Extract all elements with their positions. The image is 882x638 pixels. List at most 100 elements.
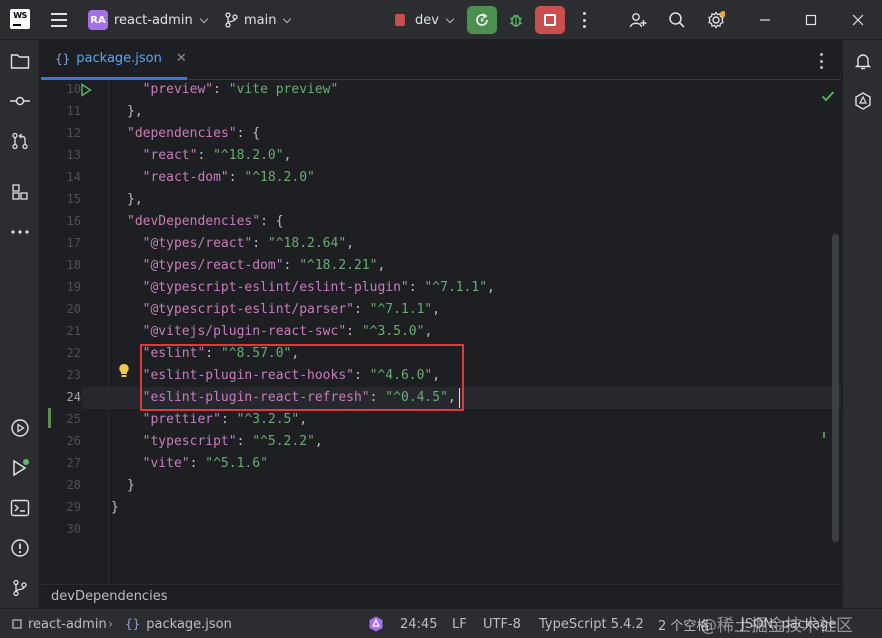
project-folder-icon[interactable]	[9, 50, 31, 72]
line-separator[interactable]: LF	[452, 609, 467, 638]
project-badge[interactable]: RA	[88, 10, 108, 30]
code-line[interactable]: },	[127, 101, 143, 123]
status-file[interactable]: {} package.json	[125, 609, 232, 638]
text-caret	[459, 388, 460, 408]
code-line[interactable]: "@typescript-eslint/eslint-plugin": "^7.…	[127, 277, 495, 299]
hamburger-menu-icon[interactable]	[48, 0, 70, 40]
json-string: "^4.6.0"	[369, 368, 433, 383]
json-punctuation	[127, 280, 143, 295]
tab-more-icon[interactable]	[813, 53, 829, 69]
debug-icon	[509, 14, 523, 27]
more-icon[interactable]	[576, 12, 592, 28]
json-string: "^8.57.0"	[220, 346, 292, 361]
line-number: 22	[66, 346, 81, 360]
structure-icon[interactable]	[9, 181, 31, 203]
tab-label: package.json	[76, 51, 162, 66]
maximize-icon[interactable]	[788, 0, 834, 40]
run-config-selector[interactable]: dev	[415, 0, 455, 40]
line-number: 16	[66, 214, 81, 228]
git-icon[interactable]	[9, 577, 31, 599]
code-line[interactable]: "@vitejs/plugin-react-swc": "^3.5.0",	[127, 321, 433, 343]
run-script-gutter-icon[interactable]	[79, 82, 93, 98]
json-key: "@typescript-eslint/parser"	[142, 302, 354, 317]
json-string: "^3.5.0"	[361, 324, 425, 339]
json-file-icon: {}	[55, 51, 71, 66]
json-punctuation: :	[252, 236, 268, 251]
problems-icon[interactable]	[9, 537, 31, 559]
code-line[interactable]: "@typescript-eslint/parser": "^7.1.1",	[127, 299, 440, 321]
code-line[interactable]: "react-dom": "^18.2.0"	[127, 167, 315, 189]
editor-tab-strip: {} package.json ✕	[41, 40, 841, 80]
code-line[interactable]: "typescript": "^5.2.2",	[127, 431, 323, 453]
json-punctuation: :	[369, 390, 386, 405]
minimize-icon[interactable]	[742, 0, 788, 40]
json-punctuation	[127, 390, 143, 405]
stop-button[interactable]	[535, 6, 565, 34]
code-line[interactable]: }	[127, 475, 135, 497]
json-key: "preview"	[142, 82, 214, 97]
fold-guide	[108, 80, 109, 584]
json-punctuation: },	[127, 104, 143, 119]
no-problems-check-icon[interactable]	[820, 88, 836, 104]
json-key: "react-dom"	[142, 170, 229, 185]
code-line[interactable]: }	[111, 497, 119, 519]
webstorm-logo[interactable]: WS	[10, 9, 30, 29]
project-switcher[interactable]: react-admin	[114, 0, 208, 40]
code-line[interactable]: "eslint-plugin-react-refresh": "^0.4.5",	[127, 387, 456, 409]
vertical-scrollbar[interactable]	[832, 234, 839, 542]
code-line[interactable]: "preview": "vite preview"	[127, 79, 339, 101]
code-line[interactable]: "@types/react-dom": "^18.2.21",	[127, 255, 386, 277]
json-key: "devDependencies"	[127, 214, 261, 229]
code-line[interactable]: "vite": "^5.1.6"	[127, 453, 268, 475]
services-icon[interactable]	[9, 417, 31, 439]
json-punctuation: :	[346, 324, 362, 339]
branch-switcher[interactable]: main	[244, 0, 292, 40]
code-line[interactable]: "eslint-plugin-react-hooks": "^4.6.0",	[127, 365, 440, 387]
terminal-icon[interactable]	[9, 497, 31, 519]
code-line[interactable]: },	[127, 189, 143, 211]
close-icon[interactable]	[835, 0, 881, 40]
line-number: 12	[66, 126, 81, 140]
json-punctuation: :	[205, 346, 221, 361]
breadcrumb-item[interactable]: devDependencies	[51, 589, 167, 604]
code-line[interactable]: "@types/react": "^18.2.64",	[127, 233, 354, 255]
line-number: 30	[66, 522, 81, 536]
json-punctuation: ,	[291, 346, 300, 361]
debug-button[interactable]	[502, 6, 530, 34]
ai-assistant-status-icon[interactable]	[367, 609, 385, 638]
more-tools-icon[interactable]	[9, 221, 31, 243]
chevron-down-icon	[445, 14, 455, 23]
json-punctuation	[127, 302, 143, 317]
code-line[interactable]: "devDependencies": {	[127, 211, 284, 233]
settings-icon[interactable]	[705, 9, 727, 31]
rerun-button[interactable]	[467, 6, 497, 34]
line-number: 11	[66, 104, 81, 118]
notifications-icon[interactable]	[852, 50, 874, 72]
status-project[interactable]: react-admin	[12, 609, 107, 638]
json-key: "eslint"	[142, 346, 206, 361]
file-encoding[interactable]: UTF-8	[483, 609, 521, 638]
json-string: "^7.1.1"	[369, 302, 433, 317]
ai-assistant-icon[interactable]	[852, 90, 874, 112]
run-icon[interactable]	[9, 457, 31, 479]
json-key: "vite"	[142, 456, 190, 471]
close-tab-icon[interactable]: ✕	[176, 51, 187, 66]
json-punctuation: ,	[377, 258, 386, 273]
typescript-version[interactable]: TypeScript 5.4.2	[539, 609, 644, 638]
line-number: 24	[66, 390, 81, 404]
json-punctuation: },	[127, 192, 143, 207]
code-editor[interactable]: 10 "preview": "vite preview" 11}, 12 "depen…	[41, 80, 841, 584]
code-line[interactable]: "dependencies": {	[127, 123, 260, 145]
code-line[interactable]: "prettier": "^3.2.5",	[127, 409, 307, 431]
tab-package-json[interactable]: {} package.json ✕	[41, 40, 187, 80]
search-icon[interactable]	[666, 9, 688, 31]
json-punctuation: :	[197, 148, 214, 163]
code-line[interactable]: "eslint": "^8.57.0",	[127, 343, 300, 365]
commit-icon[interactable]	[9, 90, 31, 112]
json-punctuation	[127, 456, 143, 471]
caret-position[interactable]: 24:45	[400, 609, 437, 638]
chevron-down-icon	[199, 14, 208, 23]
code-line[interactable]: "react": "^18.2.0",	[127, 145, 292, 167]
add-user-icon[interactable]	[627, 9, 649, 31]
pull-requests-icon[interactable]	[9, 130, 31, 152]
